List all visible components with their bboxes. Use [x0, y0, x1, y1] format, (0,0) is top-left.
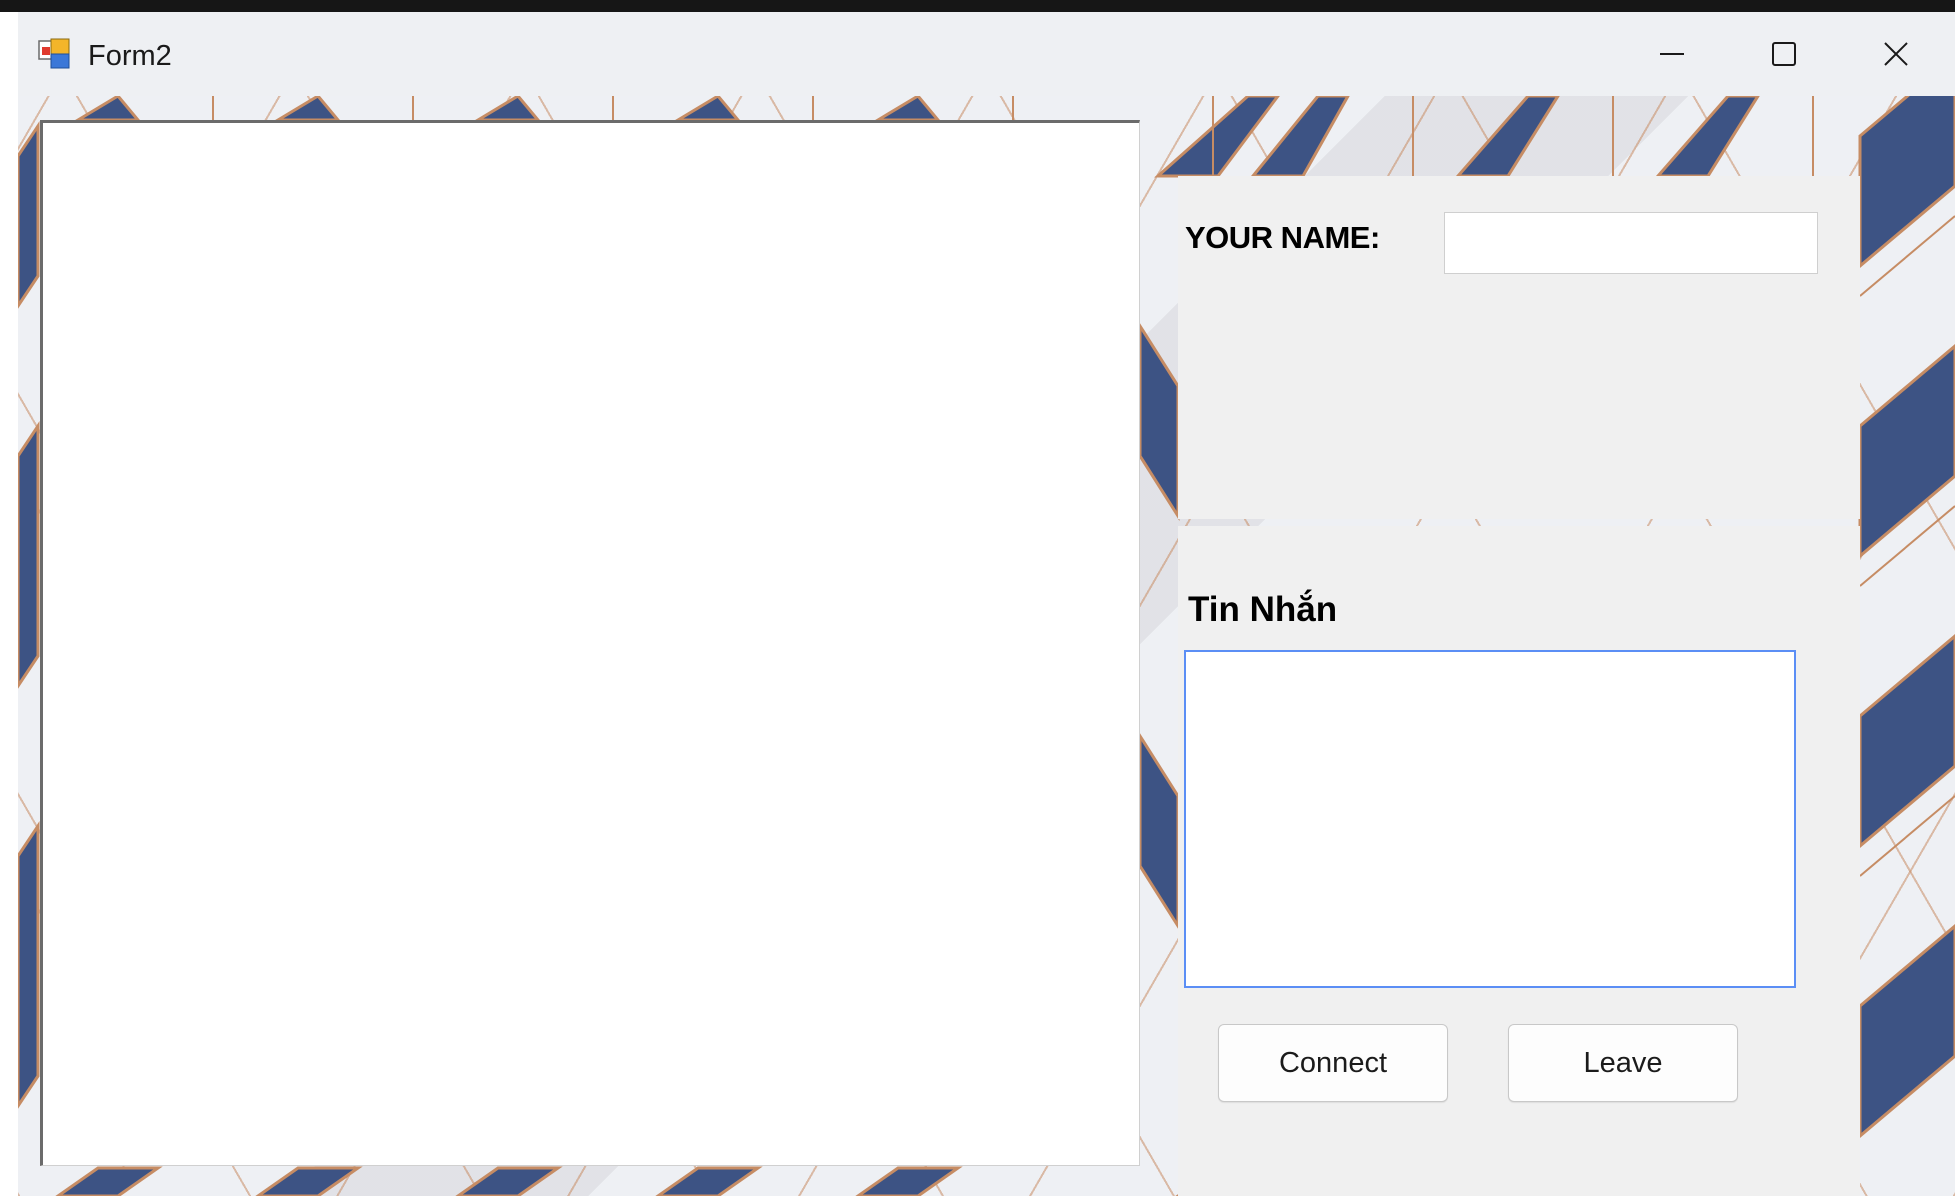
form-client-area: YOUR NAME: Tin Nhắn Connect Leave — [18, 96, 1955, 1196]
form2-window: Form2 YOUR NAME: Tin Nhắn Connect Leave — [18, 12, 1955, 1196]
chat-log-box[interactable] — [40, 120, 1140, 1166]
window-title: Form2 — [88, 40, 172, 72]
title-bar[interactable]: Form2 — [18, 12, 1955, 96]
minimize-button[interactable] — [1616, 12, 1728, 96]
close-button[interactable] — [1840, 12, 1952, 96]
your-name-input[interactable] — [1444, 212, 1818, 274]
message-panel: Tin Nhắn Connect Leave — [1178, 526, 1860, 1196]
maximize-button[interactable] — [1728, 12, 1840, 96]
maximize-icon — [1772, 42, 1796, 66]
message-input[interactable] — [1184, 650, 1796, 988]
minimize-icon — [1660, 53, 1684, 55]
your-name-label: YOUR NAME: — [1185, 220, 1380, 255]
name-panel: YOUR NAME: — [1178, 176, 1860, 519]
leave-button[interactable]: Leave — [1508, 1024, 1738, 1102]
close-icon — [1884, 42, 1908, 66]
screen-top-edge — [0, 0, 1955, 12]
winforms-app-icon — [38, 38, 70, 69]
connect-button[interactable]: Connect — [1218, 1024, 1448, 1102]
message-label: Tin Nhắn — [1188, 590, 1338, 629]
